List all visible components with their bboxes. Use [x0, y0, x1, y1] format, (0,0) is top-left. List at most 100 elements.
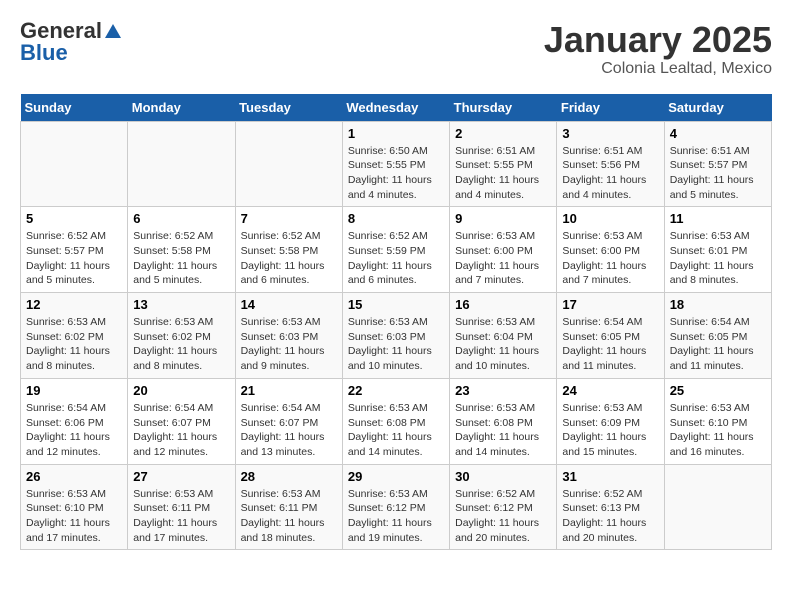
day-number: 13: [133, 297, 229, 312]
day-info: Sunrise: 6:52 AMSunset: 5:58 PMDaylight:…: [241, 229, 337, 288]
calendar-cell: 23 Sunrise: 6:53 AMSunset: 6:08 PMDayligh…: [450, 378, 557, 464]
calendar-cell: 28 Sunrise: 6:53 AMSunset: 6:11 PMDayligh…: [235, 464, 342, 550]
day-info: Sunrise: 6:53 AMSunset: 6:09 PMDaylight:…: [562, 401, 658, 460]
calendar-cell: 6 Sunrise: 6:52 AMSunset: 5:58 PMDaylight…: [128, 207, 235, 293]
day-number: 7: [241, 211, 337, 226]
day-info: Sunrise: 6:52 AMSunset: 5:58 PMDaylight:…: [133, 229, 229, 288]
day-header-sunday: Sunday: [21, 94, 128, 122]
calendar-cell: 25Sunrise: 6:53 AMSunset: 6:10 PMDayligh…: [664, 378, 771, 464]
day-info: Sunrise: 6:54 AMSunset: 6:07 PMDaylight:…: [133, 401, 229, 460]
calendar-cell: 2 Sunrise: 6:51 AMSunset: 5:55 PMDaylight…: [450, 121, 557, 207]
calendar-cell: 11 Sunrise: 6:53 AMSunset: 6:01 PMDayligh…: [664, 207, 771, 293]
calendar-cell: 17 Sunrise: 6:54 AMSunset: 6:05 PMDayligh…: [557, 293, 664, 379]
day-number: 22: [348, 383, 444, 398]
day-number: 2: [455, 126, 551, 141]
day-number: 24: [562, 383, 658, 398]
day-info: Sunrise: 6:53 AMSunset: 6:03 PMDaylight:…: [241, 315, 337, 374]
day-info: Sunrise: 6:51 AMSunset: 5:56 PMDaylight:…: [562, 144, 658, 203]
day-number: 9: [455, 211, 551, 226]
day-number: 16: [455, 297, 551, 312]
day-number: 17: [562, 297, 658, 312]
day-number: 23: [455, 383, 551, 398]
day-number: 31: [562, 469, 658, 484]
day-number: 6: [133, 211, 229, 226]
day-info: Sunrise: 6:53 AMSunset: 6:00 PMDaylight:…: [455, 229, 551, 288]
day-number: 10: [562, 211, 658, 226]
day-info: Sunrise: 6:52 AMSunset: 5:57 PMDaylight:…: [26, 229, 122, 288]
calendar-cell: 18 Sunrise: 6:54 AMSunset: 6:05 PMDayligh…: [664, 293, 771, 379]
day-number: 14: [241, 297, 337, 312]
day-info: Sunrise: 6:50 AMSunset: 5:55 PMDaylight:…: [348, 144, 444, 203]
day-info: Sunrise: 6:53 AMSunset: 6:08 PMDaylight:…: [455, 401, 551, 460]
calendar-cell: 31 Sunrise: 6:52 AMSunset: 6:13 PMDayligh…: [557, 464, 664, 550]
day-info: Sunrise: 6:53 AMSunset: 6:04 PMDaylight:…: [455, 315, 551, 374]
day-header-friday: Friday: [557, 94, 664, 122]
day-info: Sunrise: 6:54 AMSunset: 6:07 PMDaylight:…: [241, 401, 337, 460]
calendar-cell: [21, 121, 128, 207]
day-number: 15: [348, 297, 444, 312]
days-header-row: SundayMondayTuesdayWednesdayThursdayFrid…: [21, 94, 772, 122]
calendar-cell: 20 Sunrise: 6:54 AMSunset: 6:07 PMDayligh…: [128, 378, 235, 464]
week-row-1: 1 Sunrise: 6:50 AMSunset: 5:55 PMDaylight…: [21, 121, 772, 207]
day-info: Sunrise: 6:53 AMSunset: 6:02 PMDaylight:…: [26, 315, 122, 374]
day-info: Sunrise: 6:53 AMSunset: 6:02 PMDaylight:…: [133, 315, 229, 374]
calendar-cell: 24 Sunrise: 6:53 AMSunset: 6:09 PMDayligh…: [557, 378, 664, 464]
calendar-cell: 21Sunrise: 6:54 AMSunset: 6:07 PMDayligh…: [235, 378, 342, 464]
day-info: Sunrise: 6:53 AMSunset: 6:00 PMDaylight:…: [562, 229, 658, 288]
calendar-cell: 5 Sunrise: 6:52 AMSunset: 5:57 PMDaylight…: [21, 207, 128, 293]
header: General Blue January 2025 Colonia Lealta…: [20, 20, 772, 78]
calendar-cell: 13 Sunrise: 6:53 AMSunset: 6:02 PMDayligh…: [128, 293, 235, 379]
calendar-cell: 29 Sunrise: 6:53 AMSunset: 6:12 PMDayligh…: [342, 464, 449, 550]
day-info: Sunrise: 6:53 AMSunset: 6:12 PMDaylight:…: [348, 487, 444, 546]
logo-general: General: [20, 20, 102, 42]
calendar-cell: 12 Sunrise: 6:53 AMSunset: 6:02 PMDayligh…: [21, 293, 128, 379]
day-number: 28: [241, 469, 337, 484]
day-info: Sunrise: 6:52 AMSunset: 5:59 PMDaylight:…: [348, 229, 444, 288]
day-info: Sunrise: 6:51 AMSunset: 5:57 PMDaylight:…: [670, 144, 766, 203]
calendar-cell: [128, 121, 235, 207]
day-number: 12: [26, 297, 122, 312]
day-info: Sunrise: 6:53 AMSunset: 6:08 PMDaylight:…: [348, 401, 444, 460]
day-info: Sunrise: 6:54 AMSunset: 6:05 PMDaylight:…: [670, 315, 766, 374]
day-info: Sunrise: 6:53 AMSunset: 6:10 PMDaylight:…: [670, 401, 766, 460]
calendar-cell: 14 Sunrise: 6:53 AMSunset: 6:03 PMDayligh…: [235, 293, 342, 379]
calendar-table: SundayMondayTuesdayWednesdayThursdayFrid…: [20, 94, 772, 551]
calendar-cell: 15 Sunrise: 6:53 AMSunset: 6:03 PMDayligh…: [342, 293, 449, 379]
logo: General Blue: [20, 20, 122, 64]
day-info: Sunrise: 6:53 AMSunset: 6:10 PMDaylight:…: [26, 487, 122, 546]
calendar-cell: 26Sunrise: 6:53 AMSunset: 6:10 PMDayligh…: [21, 464, 128, 550]
day-number: 20: [133, 383, 229, 398]
day-info: Sunrise: 6:54 AMSunset: 6:05 PMDaylight:…: [562, 315, 658, 374]
day-number: 27: [133, 469, 229, 484]
day-number: 3: [562, 126, 658, 141]
calendar-cell: [235, 121, 342, 207]
calendar-cell: 3 Sunrise: 6:51 AMSunset: 5:56 PMDaylight…: [557, 121, 664, 207]
day-info: Sunrise: 6:53 AMSunset: 6:03 PMDaylight:…: [348, 315, 444, 374]
calendar-cell: 8 Sunrise: 6:52 AMSunset: 5:59 PMDaylight…: [342, 207, 449, 293]
calendar-cell: 9 Sunrise: 6:53 AMSunset: 6:00 PMDaylight…: [450, 207, 557, 293]
calendar-cell: [664, 464, 771, 550]
calendar-subtitle: Colonia Lealtad, Mexico: [544, 60, 772, 78]
day-info: Sunrise: 6:52 AMSunset: 6:12 PMDaylight:…: [455, 487, 551, 546]
day-info: Sunrise: 6:53 AMSunset: 6:11 PMDaylight:…: [133, 487, 229, 546]
day-number: 1: [348, 126, 444, 141]
day-info: Sunrise: 6:51 AMSunset: 5:55 PMDaylight:…: [455, 144, 551, 203]
day-number: 29: [348, 469, 444, 484]
day-info: Sunrise: 6:53 AMSunset: 6:01 PMDaylight:…: [670, 229, 766, 288]
day-info: Sunrise: 6:53 AMSunset: 6:11 PMDaylight:…: [241, 487, 337, 546]
calendar-cell: 10 Sunrise: 6:53 AMSunset: 6:00 PMDayligh…: [557, 207, 664, 293]
day-number: 11: [670, 211, 766, 226]
day-header-tuesday: Tuesday: [235, 94, 342, 122]
day-header-saturday: Saturday: [664, 94, 771, 122]
day-number: 5: [26, 211, 122, 226]
title-area: January 2025 Colonia Lealtad, Mexico: [544, 20, 772, 78]
day-info: Sunrise: 6:54 AMSunset: 6:06 PMDaylight:…: [26, 401, 122, 460]
day-number: 18: [670, 297, 766, 312]
day-info: Sunrise: 6:52 AMSunset: 6:13 PMDaylight:…: [562, 487, 658, 546]
calendar-title: January 2025: [544, 20, 772, 60]
day-header-thursday: Thursday: [450, 94, 557, 122]
day-number: 4: [670, 126, 766, 141]
calendar-cell: 19Sunrise: 6:54 AMSunset: 6:06 PMDayligh…: [21, 378, 128, 464]
day-header-monday: Monday: [128, 94, 235, 122]
day-number: 8: [348, 211, 444, 226]
